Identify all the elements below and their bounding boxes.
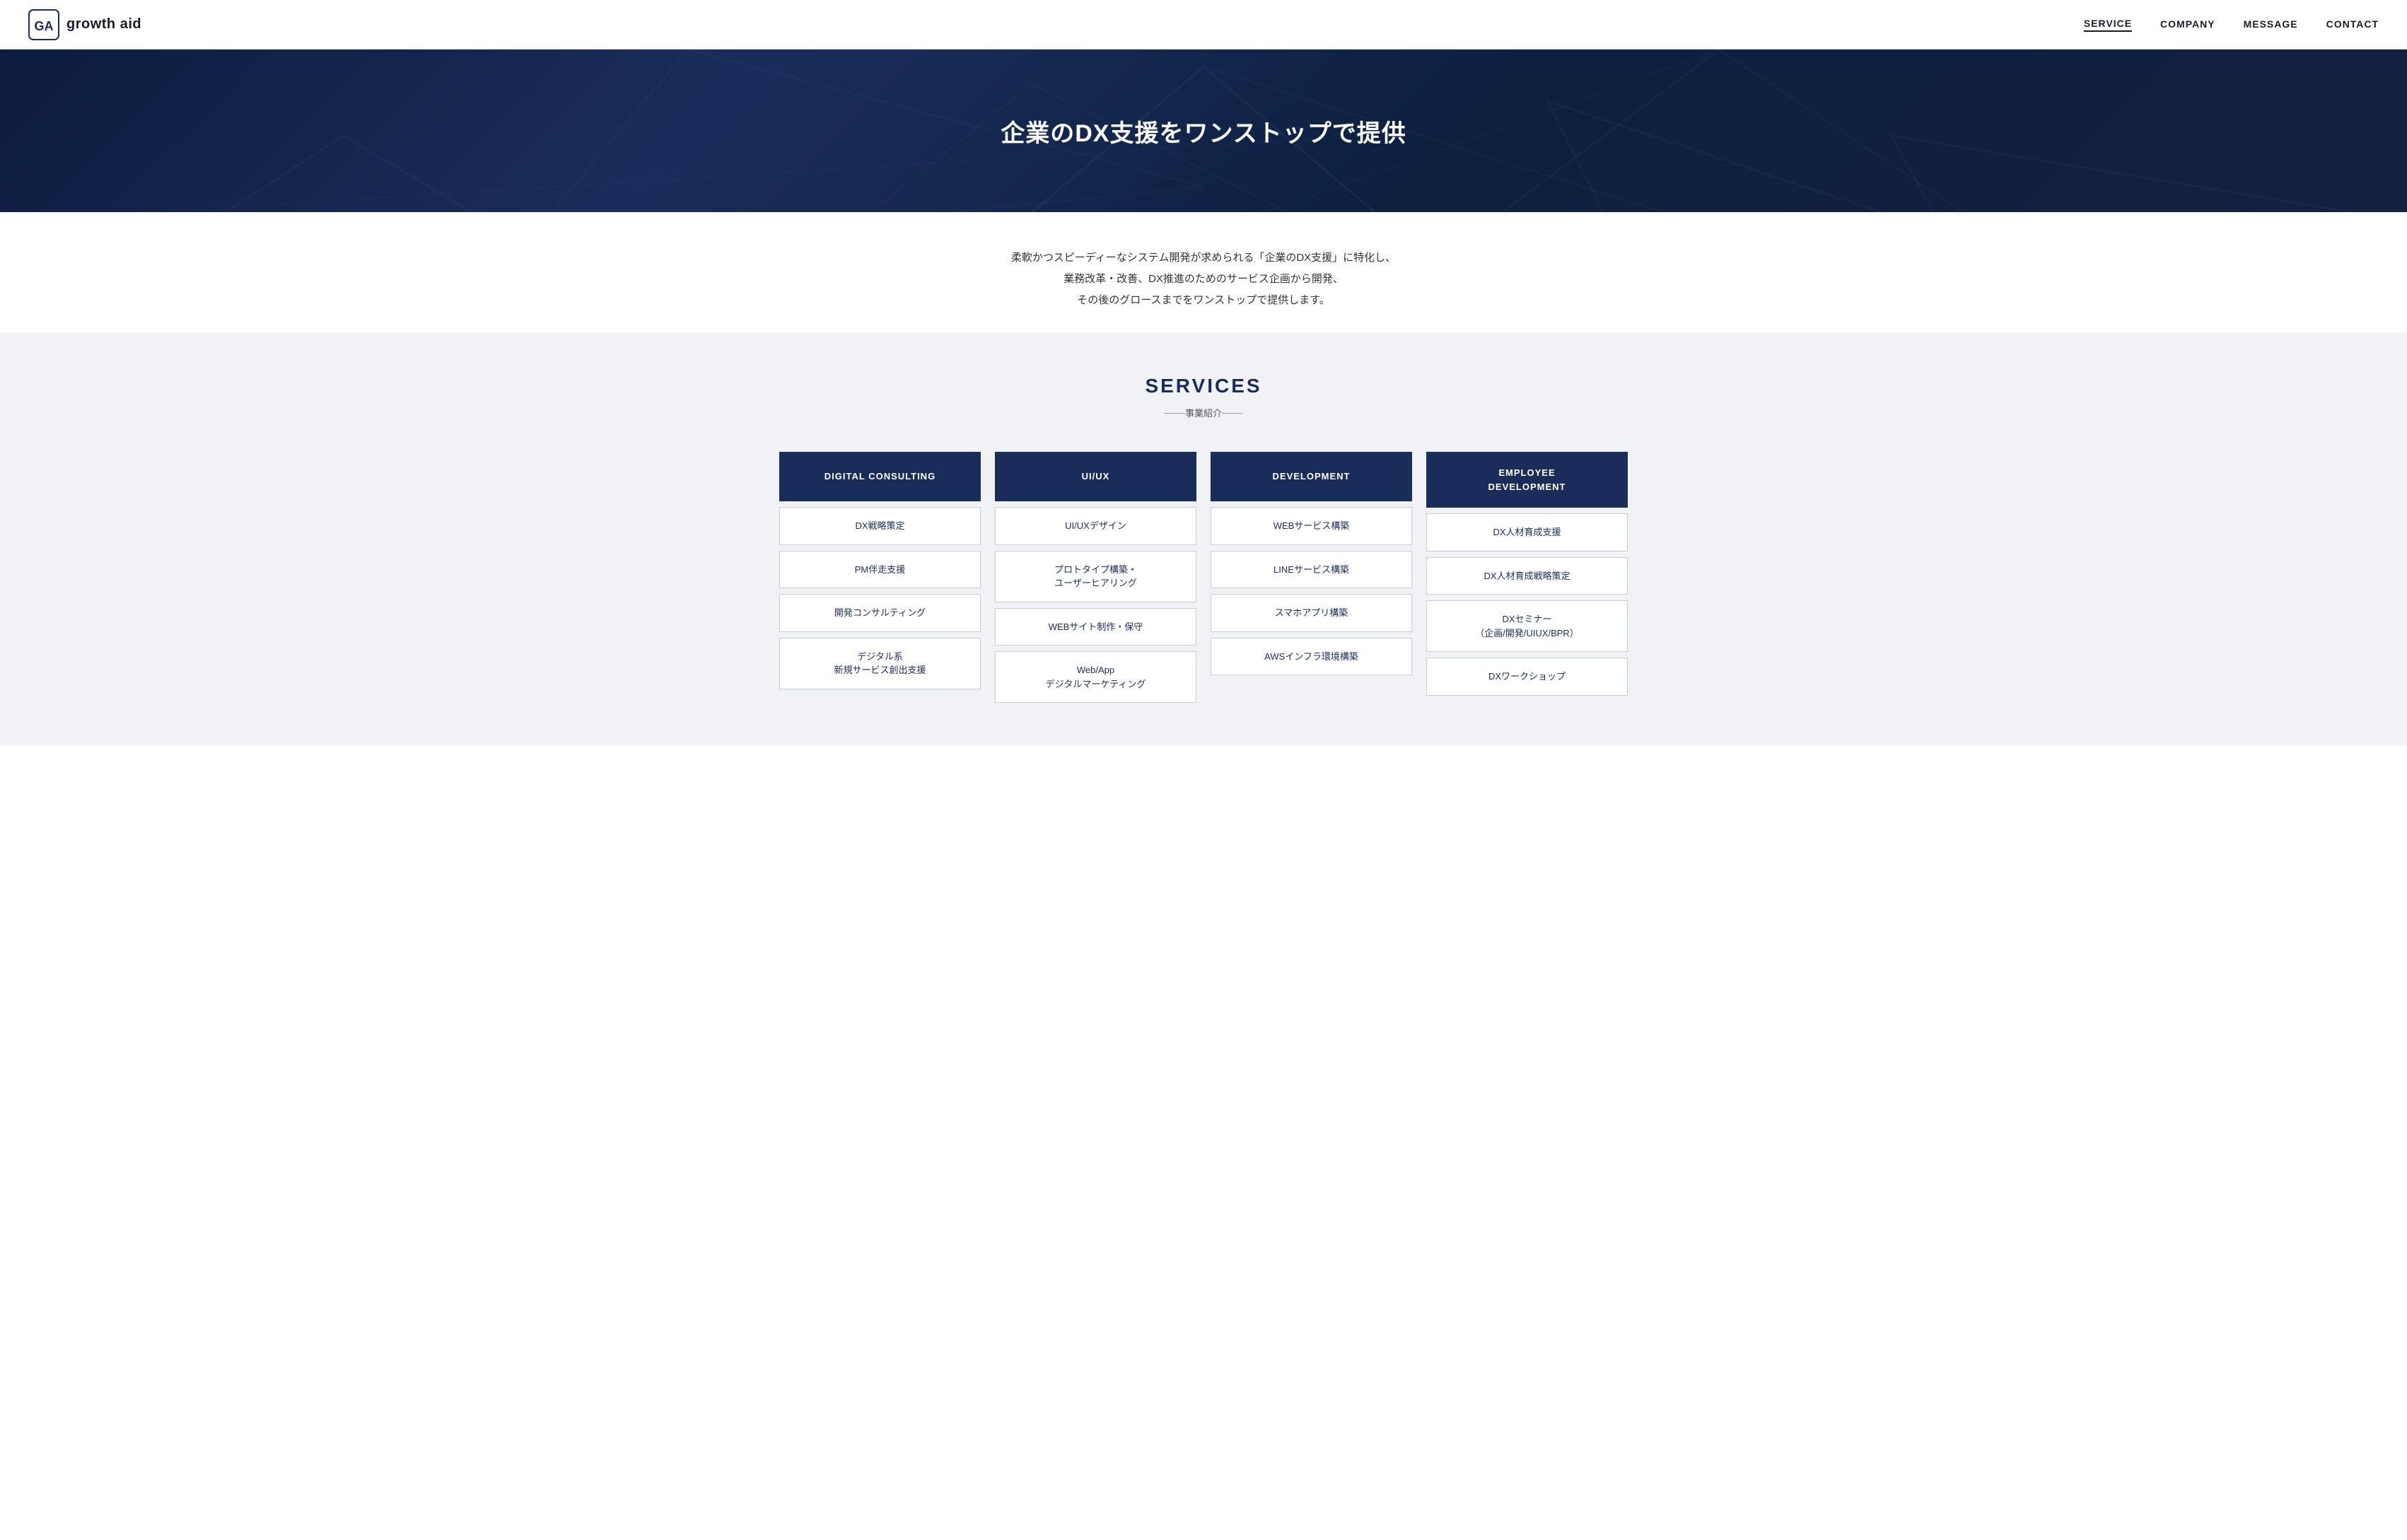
service-item-0-3: デジタル系 新規サービス創出支援 bbox=[779, 638, 981, 689]
header: GA growth aid SERVICE COMPANY MESSAGE CONTA… bbox=[0, 0, 2407, 49]
service-item-1-3: Web/App デジタルマーケティング bbox=[995, 651, 1196, 703]
description-line2: 業務改革・改善、DX推進のためのサービス企画から開発、 bbox=[14, 269, 2393, 290]
service-column-1: UI/UX UI/UXデザインプロトタイプ構築・ ユーザーヒアリング WEBサイト制… bbox=[995, 452, 1196, 703]
service-item-1-0: UI/UXデザイン bbox=[995, 507, 1196, 545]
services-section: SERVICES 事業紹介 DIGITAL CONSULTING DX戦略策定 PM… bbox=[0, 332, 2407, 745]
hero-banner: 企業のDX支援をワンストップで提供 bbox=[0, 49, 2407, 212]
logo-text: growth aid bbox=[66, 16, 141, 33]
service-column-header-2: DEVELOPMENT bbox=[1211, 452, 1412, 501]
services-header: SERVICES 事業紹介 bbox=[28, 375, 2379, 424]
services-title: SERVICES bbox=[28, 375, 2379, 397]
service-column-header-0: DIGITAL CONSULTING bbox=[779, 452, 981, 501]
description-line3: その後のグロースまでをワンストップで提供します。 bbox=[14, 290, 2393, 311]
service-item-3-1: DX人材育成戦略策定 bbox=[1426, 557, 1628, 595]
svg-text:GA: GA bbox=[35, 19, 54, 33]
service-item-0-1: PM伴走支援 bbox=[779, 551, 981, 589]
service-item-1-2: WEBサイト制作・保守 bbox=[995, 608, 1196, 646]
logo-area: GA growth aid bbox=[28, 9, 141, 40]
nav-item-company[interactable]: COMPANY bbox=[2160, 18, 2215, 31]
service-column-2: DEVELOPMENT WEBサービス構築 LINEサービス構築スマホアプリ構築 AW… bbox=[1211, 452, 1412, 703]
service-item-2-3: AWSインフラ環境構築 bbox=[1211, 638, 1412, 676]
service-item-1-1: プロトタイプ構築・ ユーザーヒアリング bbox=[995, 551, 1196, 602]
service-item-3-3: DXワークショップ bbox=[1426, 658, 1628, 696]
logo-icon: GA bbox=[28, 9, 59, 40]
description-section: 柔軟かつスピーディーなシステム開発が求められる「企業のDX支援」に特化し、 業務… bbox=[0, 212, 2407, 332]
nav-item-service[interactable]: SERVICE bbox=[2084, 18, 2132, 32]
service-column-header-1: UI/UX bbox=[995, 452, 1196, 501]
service-item-2-2: スマホアプリ構築 bbox=[1211, 594, 1412, 632]
hero-title: 企業のDX支援をワンストップで提供 bbox=[1001, 114, 1406, 148]
description-line1: 柔軟かつスピーディーなシステム開発が求められる「企業のDX支援」に特化し、 bbox=[14, 247, 2393, 269]
services-subtitle: 事業紹介 bbox=[1171, 402, 1236, 424]
service-item-3-0: DX人材育成支援 bbox=[1426, 513, 1628, 552]
service-item-2-1: LINEサービス構築 bbox=[1211, 551, 1412, 589]
main-nav: SERVICE COMPANY MESSAGE CONTACT bbox=[2084, 18, 2379, 32]
service-item-0-0: DX戦略策定 bbox=[779, 507, 981, 545]
nav-item-message[interactable]: MESSAGE bbox=[2244, 18, 2298, 31]
service-item-3-2: DXセミナー （企画/開発/UIUX/BPR） bbox=[1426, 600, 1628, 652]
service-column-header-3: EMPLOYEE DEVELOPMENT bbox=[1426, 452, 1628, 508]
service-column-0: DIGITAL CONSULTING DX戦略策定 PM伴走支援開発コンサルティング… bbox=[779, 452, 981, 703]
nav-item-contact[interactable]: CONTACT bbox=[2326, 18, 2379, 31]
service-column-3: EMPLOYEE DEVELOPMENT DX人材育成支援 DX人材育成戦略策定 DX… bbox=[1426, 452, 1628, 703]
services-grid: DIGITAL CONSULTING DX戦略策定 PM伴走支援開発コンサルティング… bbox=[779, 452, 1628, 703]
service-item-0-2: 開発コンサルティング bbox=[779, 594, 981, 632]
service-item-2-0: WEBサービス構築 bbox=[1211, 507, 1412, 545]
